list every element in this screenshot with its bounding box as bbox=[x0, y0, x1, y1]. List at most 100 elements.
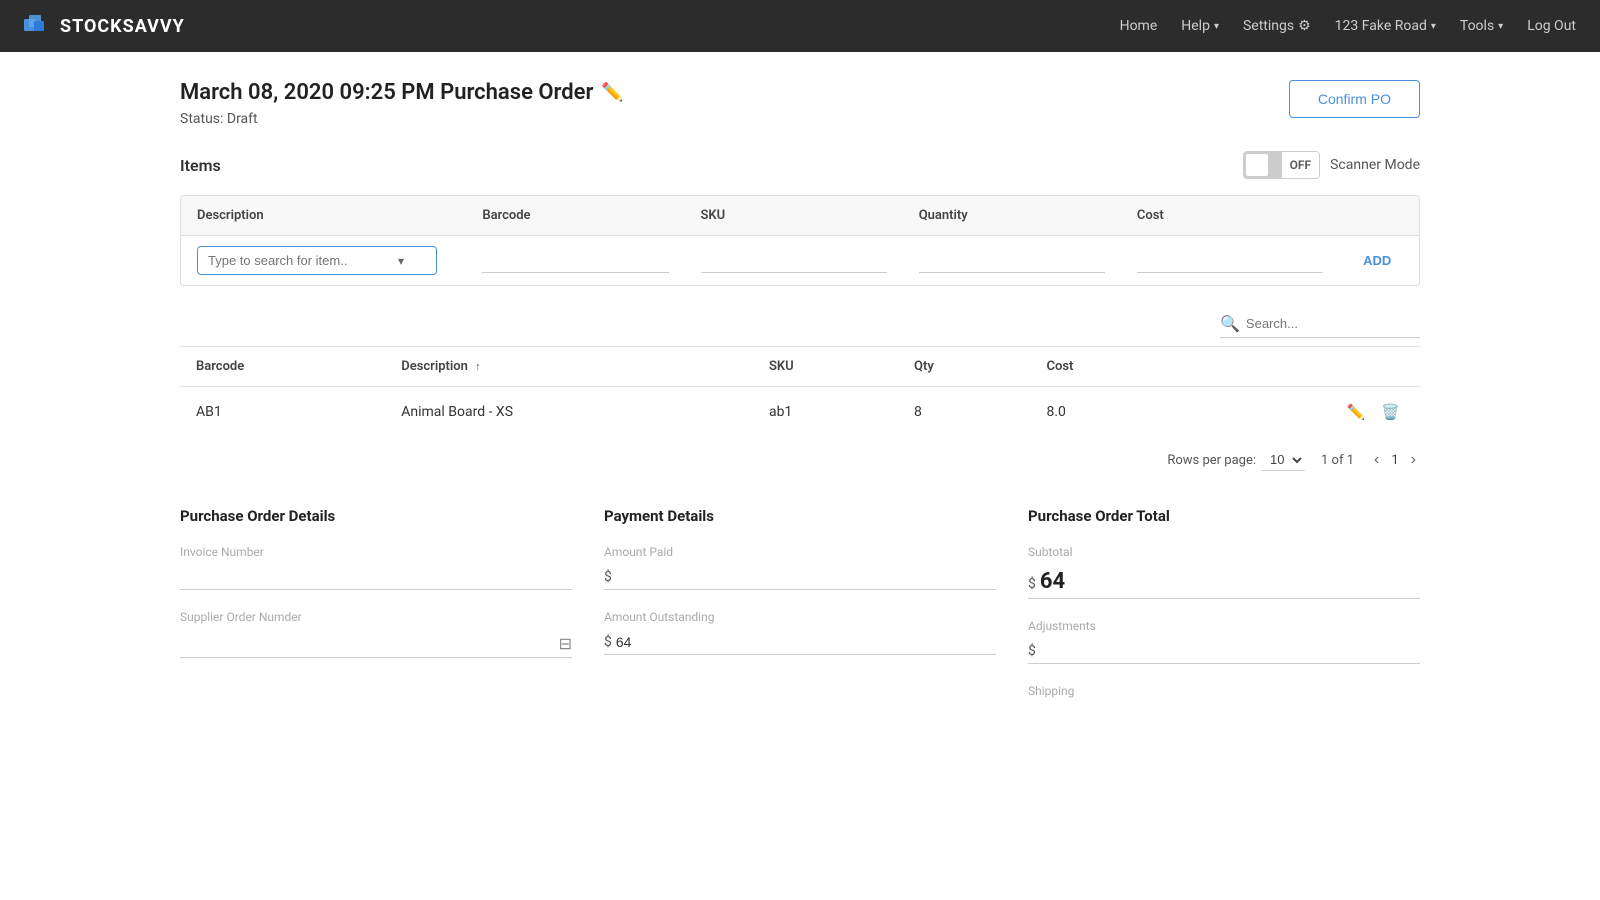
rows-per-page-select[interactable]: 10 25 50 bbox=[1262, 449, 1305, 471]
main-content: March 08, 2020 09:25 PM Purchase Order ✏… bbox=[0, 52, 1600, 758]
purchase-order-details-section: Purchase Order Details Invoice Number Su… bbox=[180, 507, 572, 718]
brand-name: STOCKSAVVY bbox=[60, 16, 185, 37]
row-sku: ab1 bbox=[753, 387, 898, 438]
search-bar-row: 🔍 bbox=[180, 310, 1420, 338]
search-input[interactable] bbox=[1246, 316, 1420, 331]
sku-input-cell bbox=[685, 236, 903, 286]
col-sku: SKU bbox=[685, 196, 903, 236]
results-table-container: Barcode Description ↑ SKU Qty Cost AB1 A… bbox=[180, 346, 1420, 437]
amount-outstanding-currency: $ bbox=[604, 634, 612, 650]
barcode-input-cell bbox=[466, 236, 684, 286]
sort-arrow-icon: ↑ bbox=[475, 360, 481, 373]
edit-title-icon[interactable]: ✏️ bbox=[601, 82, 623, 103]
brand-icon bbox=[24, 15, 52, 37]
nav-tools[interactable]: Tools ▾ bbox=[1460, 18, 1503, 34]
edit-row-button[interactable]: ✏️ bbox=[1343, 401, 1370, 423]
nav-settings[interactable]: Settings ⚙ bbox=[1243, 18, 1311, 34]
nav-help[interactable]: Help ▾ bbox=[1181, 18, 1219, 34]
row-barcode: AB1 bbox=[180, 387, 385, 438]
col-cost: Cost bbox=[1121, 196, 1339, 236]
add-table-header-row: Description Barcode SKU Quantity Cost bbox=[181, 196, 1419, 236]
cost-input[interactable] bbox=[1137, 249, 1323, 273]
add-item-row: ▾ ADD bbox=[181, 236, 1419, 286]
payment-details-title: Payment Details bbox=[604, 507, 996, 525]
adjustments-wrapper: $ bbox=[1028, 639, 1420, 664]
supplier-order-wrapper: ⊟ bbox=[180, 630, 572, 658]
page-header: March 08, 2020 09:25 PM Purchase Order ✏… bbox=[180, 80, 1420, 127]
toggle-label: OFF bbox=[1282, 152, 1319, 178]
dropdown-arrow-icon: ▾ bbox=[398, 254, 404, 268]
adjustments-field: Adjustments $ bbox=[1028, 619, 1420, 664]
items-section-header: Items OFF Scanner Mode bbox=[180, 151, 1420, 179]
res-col-barcode: Barcode bbox=[180, 347, 385, 387]
search-wrapper: 🔍 bbox=[1220, 310, 1420, 338]
amount-paid-label: Amount Paid bbox=[604, 545, 996, 559]
barcode-input[interactable] bbox=[482, 249, 668, 273]
quantity-input[interactable] bbox=[919, 249, 1105, 273]
subtotal-field: Subtotal $ 64 bbox=[1028, 545, 1420, 599]
adjustments-currency: $ bbox=[1028, 643, 1036, 659]
supplier-order-input[interactable] bbox=[180, 636, 559, 652]
invoice-number-label: Invoice Number bbox=[180, 545, 572, 559]
cost-input-cell bbox=[1121, 236, 1339, 286]
shipping-label: Shipping bbox=[1028, 684, 1420, 698]
description-dropdown[interactable]: ▾ bbox=[197, 246, 437, 275]
shipping-field: Shipping bbox=[1028, 684, 1420, 698]
tools-chevron-icon: ▾ bbox=[1498, 21, 1503, 32]
res-col-sku: SKU bbox=[753, 347, 898, 387]
page-info: 1 of 1 bbox=[1321, 453, 1354, 468]
toggle-track bbox=[1244, 152, 1282, 178]
table-row: AB1 Animal Board - XS ab1 8 8.0 ✏️ 🗑️ bbox=[180, 387, 1420, 438]
res-col-description[interactable]: Description ↑ bbox=[385, 347, 753, 387]
row-description: Animal Board - XS bbox=[385, 387, 753, 438]
subtotal-currency: $ bbox=[1028, 576, 1036, 592]
adjustments-input[interactable] bbox=[1040, 643, 1420, 659]
invoice-number-input[interactable] bbox=[180, 565, 572, 590]
rows-per-page: Rows per page: 10 25 50 bbox=[1167, 449, 1305, 471]
next-page-button[interactable]: › bbox=[1407, 449, 1420, 471]
nav-logout[interactable]: Log Out bbox=[1527, 18, 1576, 34]
invoice-number-field: Invoice Number bbox=[180, 545, 572, 590]
add-item-button[interactable]: ADD bbox=[1355, 249, 1399, 272]
add-action-cell: ADD bbox=[1339, 236, 1419, 286]
supplier-order-field: Supplier Order Numder ⊟ bbox=[180, 610, 572, 658]
confirm-po-button[interactable]: Confirm PO bbox=[1289, 80, 1420, 118]
subtotal-value: $ 64 bbox=[1028, 565, 1420, 599]
toggle-thumb bbox=[1246, 154, 1268, 176]
amount-paid-input[interactable] bbox=[616, 569, 996, 585]
order-total-title: Purchase Order Total bbox=[1028, 507, 1420, 525]
supplier-order-label: Supplier Order Numder bbox=[180, 610, 572, 624]
delete-row-button[interactable]: 🗑️ bbox=[1377, 401, 1404, 423]
sku-input[interactable] bbox=[701, 249, 887, 273]
document-icon: ⊟ bbox=[559, 634, 572, 653]
col-quantity: Quantity bbox=[903, 196, 1121, 236]
page-navigation: ‹ 1 › bbox=[1370, 449, 1420, 471]
current-page-number: 1 bbox=[1391, 453, 1398, 468]
row-actions: ✏️ 🗑️ bbox=[1181, 387, 1420, 438]
brand-logo[interactable]: STOCKSAVVY bbox=[24, 15, 185, 37]
description-search-input[interactable] bbox=[208, 253, 398, 268]
results-header-row: Barcode Description ↑ SKU Qty Cost bbox=[180, 347, 1420, 387]
col-description: Description bbox=[181, 196, 466, 236]
prev-page-button[interactable]: ‹ bbox=[1370, 449, 1383, 471]
scanner-toggle[interactable]: OFF bbox=[1243, 151, 1320, 179]
amount-outstanding-input[interactable] bbox=[616, 634, 996, 650]
col-barcode: Barcode bbox=[466, 196, 684, 236]
nav-home[interactable]: Home bbox=[1120, 18, 1158, 34]
amount-outstanding-label: Amount Outstanding bbox=[604, 610, 996, 624]
search-icon: 🔍 bbox=[1220, 314, 1240, 333]
amount-outstanding-field: Amount Outstanding $ bbox=[604, 610, 996, 655]
navbar: STOCKSAVVY Home Help ▾ Settings ⚙ 123 Fa… bbox=[0, 0, 1600, 52]
subtotal-label: Subtotal bbox=[1028, 545, 1420, 559]
status-text: Status: Draft bbox=[180, 111, 624, 127]
page-title: March 08, 2020 09:25 PM Purchase Order ✏… bbox=[180, 80, 624, 105]
res-col-cost: Cost bbox=[1030, 347, 1181, 387]
nav-links: Home Help ▾ Settings ⚙ 123 Fake Road ▾ T… bbox=[1120, 18, 1576, 34]
res-col-qty: Qty bbox=[898, 347, 1030, 387]
payment-details-section: Payment Details Amount Paid $ Amount Out… bbox=[604, 507, 996, 718]
scanner-mode-label: Scanner Mode bbox=[1330, 157, 1420, 173]
amount-paid-wrapper: $ bbox=[604, 565, 996, 590]
amount-paid-currency: $ bbox=[604, 569, 612, 585]
subtotal-amount: 64 bbox=[1040, 569, 1065, 594]
nav-location[interactable]: 123 Fake Road ▾ bbox=[1335, 18, 1436, 34]
